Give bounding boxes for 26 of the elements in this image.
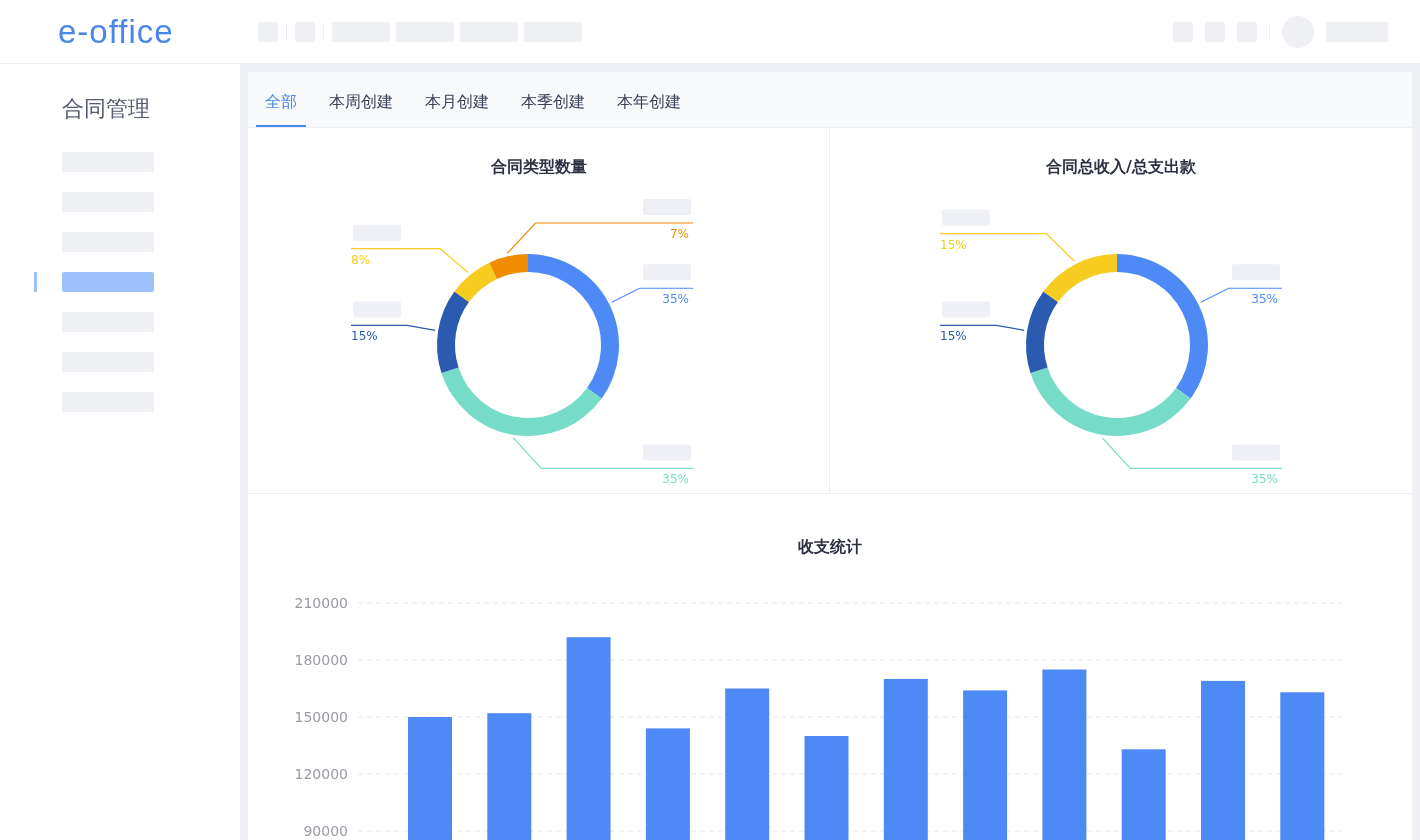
percent-label: 35% bbox=[662, 292, 689, 307]
active-indicator bbox=[34, 272, 37, 292]
logo: e-office bbox=[57, 12, 175, 51]
axis-label: 150000 bbox=[294, 709, 348, 725]
tab[interactable]: 全部 bbox=[256, 72, 306, 127]
percent-label: 15% bbox=[939, 237, 967, 252]
percent-label: 35% bbox=[662, 472, 689, 487]
chart-title: 合同总收入/总支出款 bbox=[1046, 156, 1196, 178]
axis-label: 210000 bbox=[294, 595, 348, 611]
axis-label: 90000 bbox=[303, 823, 348, 839]
percent-label: 7% bbox=[669, 227, 689, 241]
tab[interactable]: 本月创建 bbox=[416, 72, 498, 127]
percent-label: 15% bbox=[939, 329, 967, 344]
axis-label: 180000 bbox=[294, 652, 348, 668]
sidebar-title: 合同管理 bbox=[61, 95, 151, 123]
chart-title: 合同类型数量 bbox=[490, 156, 587, 178]
tab[interactable]: 本季创建 bbox=[512, 72, 594, 127]
percent-label: 15% bbox=[351, 329, 378, 344]
axis-label: 120000 bbox=[294, 766, 348, 782]
chart-title: 收支统计 bbox=[798, 536, 862, 558]
percent-label: 35% bbox=[1250, 472, 1278, 487]
percent-label: 8% bbox=[351, 252, 371, 267]
tab[interactable]: 本年创建 bbox=[608, 72, 690, 127]
percent-label: 35% bbox=[1250, 292, 1278, 307]
sidebar-item[interactable] bbox=[62, 272, 154, 292]
tab[interactable]: 本周创建 bbox=[320, 72, 402, 127]
